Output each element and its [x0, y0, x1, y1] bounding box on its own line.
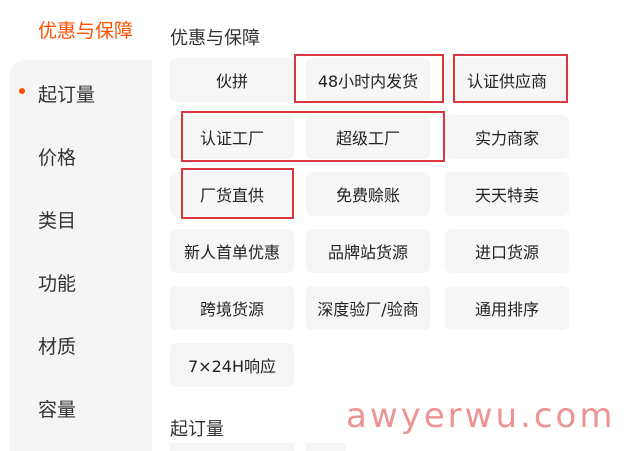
sidebar-item-category[interactable]: 类目: [38, 206, 76, 233]
chip-deep-inspection[interactable]: 深度验厂/验商: [306, 286, 430, 330]
sidebar-list: [10, 60, 152, 451]
chip-super-factory[interactable]: 超级工厂: [306, 115, 430, 159]
sidebar-header[interactable]: 优惠与保障: [0, 0, 152, 58]
chip-48h-shipping[interactable]: 48小时内发货: [306, 58, 430, 102]
chip-daily-deals[interactable]: 天天特卖: [445, 172, 569, 216]
sidebar-item-benefits[interactable]: 优惠与保障: [38, 16, 133, 43]
chip-partial[interactable]: [170, 443, 294, 451]
chip-power-merchant[interactable]: 实力商家: [445, 115, 569, 159]
chip-certified-factory[interactable]: 认证工厂: [170, 115, 294, 159]
chip-partial[interactable]: [306, 443, 346, 451]
chip-brand-sources[interactable]: 品牌站货源: [306, 229, 430, 273]
chip-group-buy[interactable]: 伙拼: [170, 58, 294, 102]
chip-general-sort[interactable]: 通用排序: [445, 286, 569, 330]
moq-section-title: 起订量: [170, 419, 224, 440]
chip-cross-border[interactable]: 跨境货源: [170, 286, 294, 330]
chip-certified-supplier[interactable]: 认证供应商: [445, 58, 569, 102]
filter-sidebar: 优惠与保障 起订量 价格 类目 功能 材质 容量: [0, 0, 152, 451]
filter-panel: 优惠与保障 起订量 价格 类目 功能 材质 容量 优惠与保障 伙拼 48小时内发…: [0, 0, 626, 451]
chip-free-credit[interactable]: 免费赊账: [306, 172, 430, 216]
chip-import-sources[interactable]: 进口货源: [445, 229, 569, 273]
section-title: 优惠与保障: [170, 28, 260, 49]
chip-factory-direct[interactable]: 厂货直供: [170, 172, 294, 216]
sidebar-item-capacity[interactable]: 容量: [38, 395, 76, 422]
sidebar-item-moq[interactable]: 起订量: [38, 80, 95, 107]
sidebar-item-function[interactable]: 功能: [38, 269, 76, 296]
sidebar-item-price[interactable]: 价格: [38, 143, 76, 170]
chip-24h-response[interactable]: 7×24H响应: [170, 343, 294, 387]
watermark: awyerwu.com: [346, 396, 616, 436]
active-dot-icon: [19, 88, 25, 94]
chip-new-user-discount[interactable]: 新人首单优惠: [170, 229, 294, 273]
sidebar-item-material[interactable]: 材质: [38, 332, 76, 359]
